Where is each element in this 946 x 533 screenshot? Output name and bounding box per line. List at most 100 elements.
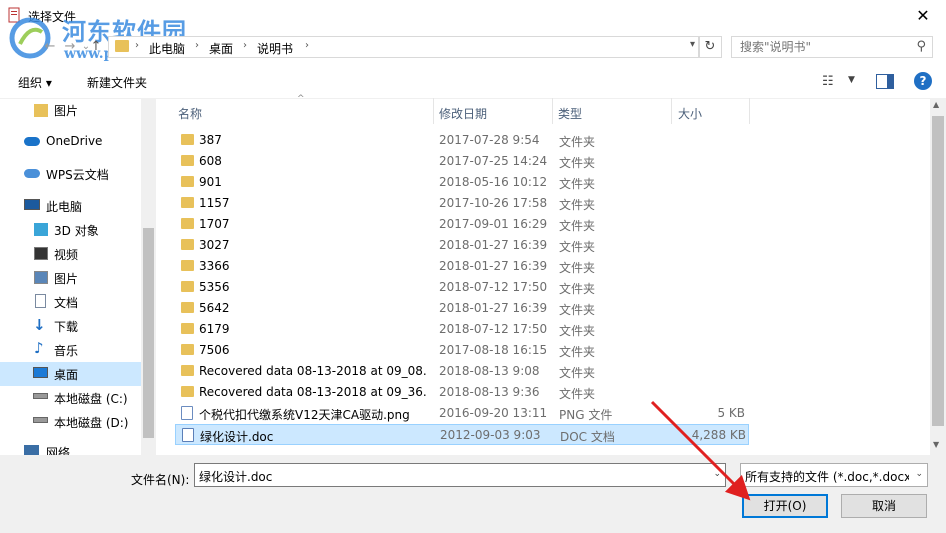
file-name: 7506 bbox=[199, 343, 230, 357]
sidebar-item-label: 视频 bbox=[54, 248, 79, 262]
sidebar-item-onedrive[interactable]: OneDrive bbox=[0, 130, 141, 154]
file-date: 2017-08-18 16:15 bbox=[439, 343, 548, 357]
folder-icon bbox=[181, 197, 194, 208]
file-row[interactable]: 3027 2018-01-27 16:39 文件夹 bbox=[175, 235, 749, 256]
file-row[interactable]: 5642 2018-01-27 16:39 文件夹 bbox=[175, 298, 749, 319]
file-row[interactable]: 7506 2017-08-18 16:15 文件夹 bbox=[175, 340, 749, 361]
file-row[interactable]: 绿化设计.doc 2012-09-03 9:03 DOC 文档 4,288 KB bbox=[175, 424, 749, 445]
file-row[interactable]: Recovered data 08-13-2018 at 09_08... 201… bbox=[175, 361, 749, 382]
file-row[interactable]: 1157 2017-10-26 17:58 文件夹 bbox=[175, 193, 749, 214]
column-header-type[interactable]: 类型 bbox=[558, 105, 582, 122]
scroll-down-icon[interactable]: ▼ bbox=[933, 440, 939, 449]
file-type: 文件夹 bbox=[559, 303, 596, 317]
file-row[interactable]: 387 2017-07-28 9:54 文件夹 bbox=[175, 130, 749, 151]
document-icon bbox=[35, 294, 46, 308]
column-header-name[interactable]: 名称 bbox=[178, 105, 202, 122]
search-icon[interactable]: ⚲ bbox=[916, 39, 926, 54]
sidebar-item-videos[interactable]: 视频 bbox=[0, 242, 141, 266]
sidebar-item-3d-objects[interactable]: 3D 对象 bbox=[0, 218, 141, 242]
file-name: 5356 bbox=[199, 280, 230, 294]
file-row[interactable]: 1707 2017-09-01 16:29 文件夹 bbox=[175, 214, 749, 235]
organize-menu[interactable]: 组织 ▾ bbox=[18, 74, 52, 91]
file-type: 文件夹 bbox=[559, 156, 596, 170]
filename-combobox[interactable]: 绿化设计.doc ⌄ bbox=[194, 463, 726, 487]
new-folder-button[interactable]: 新建文件夹 bbox=[87, 74, 147, 91]
folder-icon bbox=[181, 386, 194, 397]
file-date: 2018-08-13 9:08 bbox=[439, 364, 540, 378]
chevron-down-icon[interactable]: ▾ bbox=[690, 39, 695, 50]
file-date: 2017-07-25 14:24 bbox=[439, 154, 548, 168]
search-box[interactable]: ⚲ bbox=[731, 36, 933, 58]
cancel-button[interactable]: 取消 bbox=[841, 494, 927, 518]
up-folder-button[interactable]: ↑ bbox=[86, 38, 106, 56]
file-name: 901 bbox=[199, 175, 222, 189]
file-row[interactable]: 608 2017-07-25 14:24 文件夹 bbox=[175, 151, 749, 172]
back-button[interactable]: ← bbox=[40, 38, 60, 56]
sidebar-item-label: 本地磁盘 (C:) bbox=[54, 392, 128, 406]
breadcrumb-this-pc[interactable]: 此电脑 bbox=[149, 40, 185, 57]
sidebar-scroll-thumb[interactable] bbox=[143, 228, 154, 438]
folder-icon bbox=[115, 40, 129, 52]
file-type: 文件夹 bbox=[559, 198, 596, 212]
file-name: 3366 bbox=[199, 259, 230, 273]
sidebar-item-this-pc[interactable]: 此电脑 bbox=[0, 194, 141, 218]
chevron-down-icon[interactable]: ⌄ bbox=[915, 469, 923, 479]
file-type-filter[interactable]: 所有支持的文件 (*.doc,*.docx, ⌄ bbox=[740, 463, 928, 487]
breadcrumb-manual[interactable]: 说明书 bbox=[257, 40, 293, 57]
file-date: 2018-01-27 16:39 bbox=[439, 301, 548, 315]
folder-icon bbox=[181, 302, 194, 313]
file-type: DOC 文档 bbox=[560, 430, 615, 444]
file-row[interactable]: 个税代扣代缴系统V12天津CA驱动.png 2016-09-20 13:11 PNG… bbox=[175, 403, 749, 424]
breadcrumb-desktop[interactable]: 桌面 bbox=[209, 40, 233, 57]
close-button[interactable]: ✕ bbox=[900, 0, 946, 30]
sidebar-item-downloads[interactable]: ↓ 下载 bbox=[0, 314, 141, 338]
view-options-icon[interactable]: ☷ bbox=[822, 74, 834, 89]
preview-pane-icon[interactable] bbox=[876, 74, 894, 89]
refresh-button[interactable]: ↻ bbox=[698, 36, 722, 58]
sidebar-item-label: OneDrive bbox=[46, 134, 103, 148]
column-divider[interactable] bbox=[433, 98, 434, 124]
sidebar-item-wps-cloud[interactable]: WPS云文档 bbox=[0, 162, 141, 186]
column-divider[interactable] bbox=[552, 98, 553, 124]
file-row[interactable]: 3366 2018-01-27 16:39 文件夹 bbox=[175, 256, 749, 277]
help-icon[interactable]: ? bbox=[914, 72, 932, 90]
file-date: 2018-08-13 9:36 bbox=[439, 385, 540, 399]
column-header-date[interactable]: 修改日期 bbox=[439, 105, 487, 122]
cloud-icon bbox=[24, 169, 40, 178]
chevron-down-icon[interactable]: ⌄ bbox=[713, 469, 721, 479]
sidebar-item-label: 文档 bbox=[54, 296, 79, 310]
sidebar-item-network[interactable]: 网络 bbox=[0, 440, 141, 455]
file-name: Recovered data 08-13-2018 at 09_08... bbox=[199, 364, 427, 378]
address-bar[interactable]: › 此电脑 › 桌面 › 说明书 › ▾ bbox=[108, 36, 700, 58]
folder-icon bbox=[181, 218, 194, 229]
file-date: 2018-07-12 17:50 bbox=[439, 322, 548, 336]
file-row[interactable]: 6179 2018-07-12 17:50 文件夹 bbox=[175, 319, 749, 340]
sidebar-item-pictures[interactable]: 图片 bbox=[0, 266, 141, 290]
file-type: 文件夹 bbox=[559, 261, 596, 275]
file-row[interactable]: 901 2018-05-16 10:12 文件夹 bbox=[175, 172, 749, 193]
file-list-scroll-thumb[interactable] bbox=[932, 116, 944, 426]
column-divider[interactable] bbox=[749, 98, 750, 124]
column-divider[interactable] bbox=[671, 98, 672, 124]
file-date: 2017-10-26 17:58 bbox=[439, 196, 548, 210]
filename-field[interactable]: 绿化设计.doc bbox=[199, 468, 272, 485]
sidebar-item-desktop[interactable]: 桌面 bbox=[0, 362, 141, 386]
sidebar-item-pictures-quick[interactable]: 图片 bbox=[0, 98, 141, 122]
column-header-row: 名称 修改日期 类型 大小 bbox=[171, 98, 931, 124]
open-button[interactable]: 打开(O) bbox=[742, 494, 828, 518]
scroll-up-icon[interactable]: ▲ bbox=[933, 100, 939, 109]
column-header-size[interactable]: 大小 bbox=[678, 105, 702, 122]
sidebar-item-music[interactable]: ♪ 音乐 bbox=[0, 338, 141, 362]
file-type: 文件夹 bbox=[559, 387, 596, 401]
drive-icon bbox=[33, 393, 48, 399]
sidebar-item-documents[interactable]: 文档 bbox=[0, 290, 141, 314]
sidebar-item-drive-c[interactable]: 本地磁盘 (C:) bbox=[0, 386, 141, 410]
search-input[interactable] bbox=[732, 37, 910, 57]
file-row[interactable]: Recovered data 08-13-2018 at 09_36... 201… bbox=[175, 382, 749, 403]
file-name: 6179 bbox=[199, 322, 230, 336]
chevron-right-icon: › bbox=[195, 40, 199, 51]
file-row[interactable]: 5356 2018-07-12 17:50 文件夹 bbox=[175, 277, 749, 298]
folder-icon bbox=[181, 281, 194, 292]
chevron-down-icon[interactable]: ▼ bbox=[848, 75, 855, 85]
sidebar-item-drive-d[interactable]: 本地磁盘 (D:) bbox=[0, 410, 141, 434]
